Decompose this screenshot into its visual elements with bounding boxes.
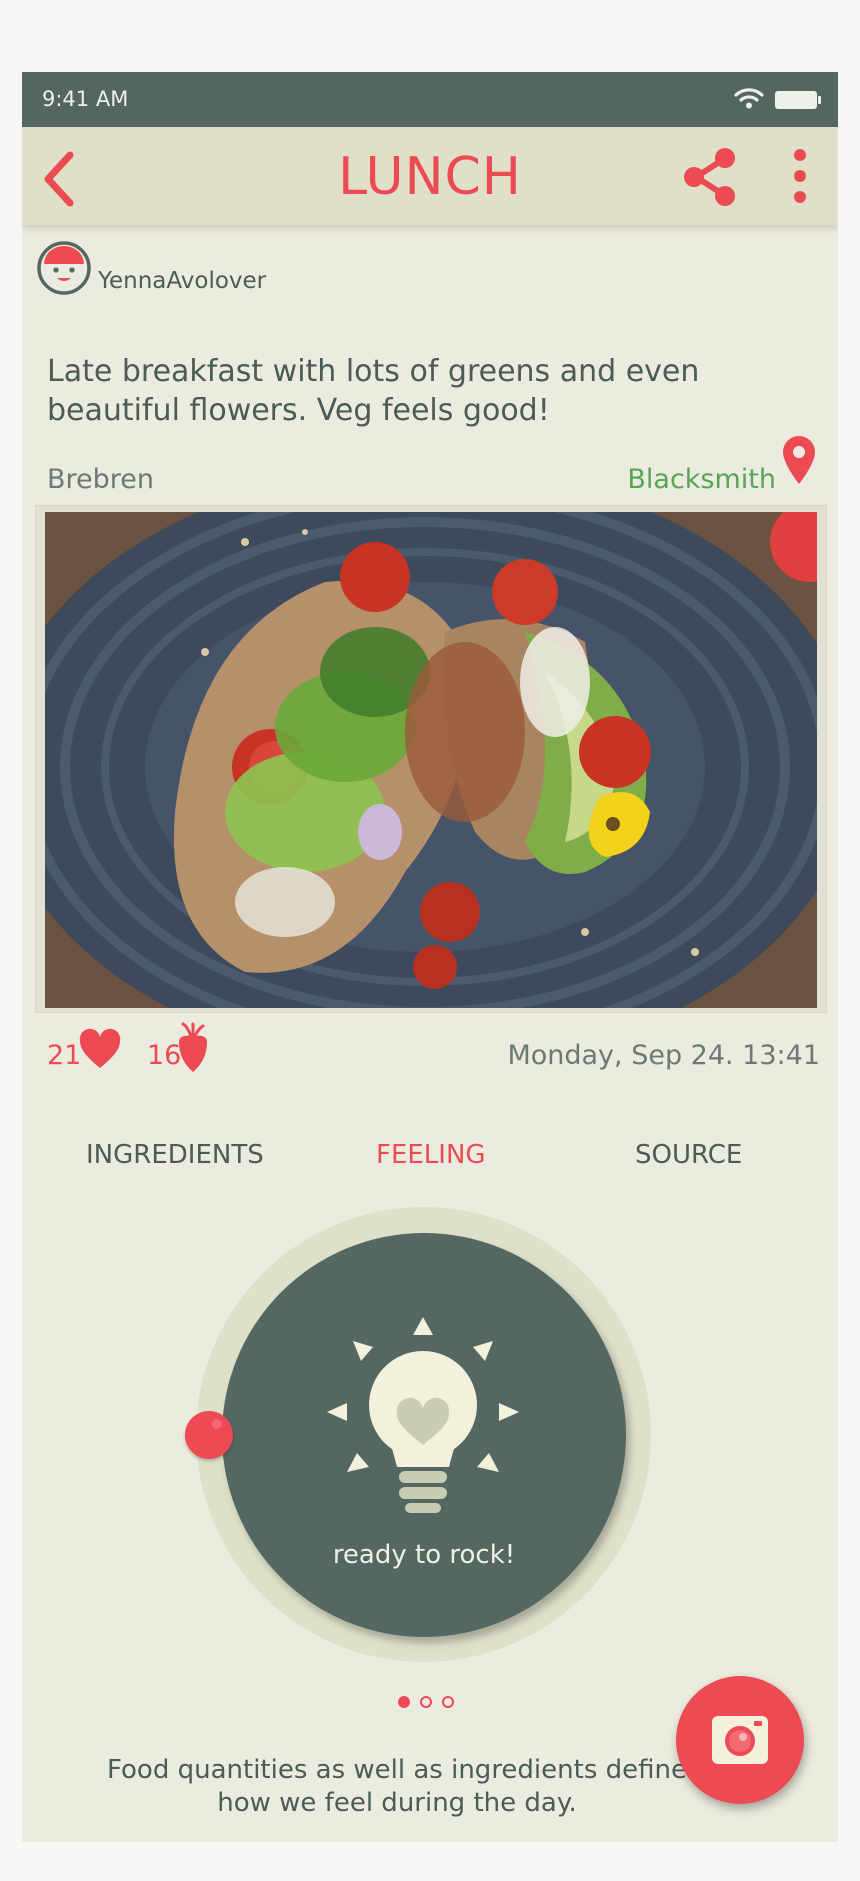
username[interactable]: YennaAvolover bbox=[98, 268, 266, 294]
likes-count: 21 bbox=[47, 1040, 82, 1071]
avatar[interactable] bbox=[36, 240, 92, 300]
page-dot-1[interactable] bbox=[398, 1696, 410, 1708]
author-name[interactable]: Brebren bbox=[47, 464, 154, 495]
share-icon[interactable] bbox=[682, 147, 738, 211]
camera-icon bbox=[712, 1712, 768, 1772]
camera-button[interactable] bbox=[676, 1676, 804, 1804]
heart-icon[interactable] bbox=[78, 1028, 122, 1074]
battery-icon bbox=[774, 90, 822, 114]
feeling-label: ready to rock! bbox=[332, 1540, 516, 1570]
location-pin-icon[interactable] bbox=[780, 434, 818, 490]
dial-knob[interactable] bbox=[185, 1411, 233, 1459]
status-bar: 9:41 AM bbox=[22, 72, 838, 127]
status-time: 9:41 AM bbox=[42, 87, 129, 111]
more-vertical-icon[interactable] bbox=[788, 145, 812, 213]
tab-ingredients[interactable]: INGREDIENTS bbox=[86, 1140, 264, 1170]
tab-source[interactable]: SOURCE bbox=[635, 1140, 742, 1170]
tab-feeling[interactable]: FEELING bbox=[376, 1140, 486, 1170]
wifi-icon bbox=[734, 86, 764, 114]
radish-icon[interactable] bbox=[175, 1022, 211, 1078]
phone-screen: 9:41 AM LUNCH YennaAvolover Late breakfa… bbox=[22, 72, 838, 1842]
place-name[interactable]: Blacksmith bbox=[627, 464, 776, 495]
lightbulb-heart-icon bbox=[327, 1317, 519, 1521]
app-bar: LUNCH bbox=[22, 127, 838, 225]
post-date: Monday, Sep 24. 13:41 bbox=[507, 1040, 820, 1071]
page-dot-3[interactable] bbox=[442, 1696, 454, 1708]
footer-text: Food quantities as well as ingredients d… bbox=[107, 1755, 687, 1818]
photo-frame bbox=[35, 505, 827, 1013]
page-dot-2[interactable] bbox=[420, 1696, 432, 1708]
food-photo[interactable] bbox=[45, 512, 817, 1008]
post-text: Late breakfast with lots of greens and e… bbox=[47, 354, 700, 428]
